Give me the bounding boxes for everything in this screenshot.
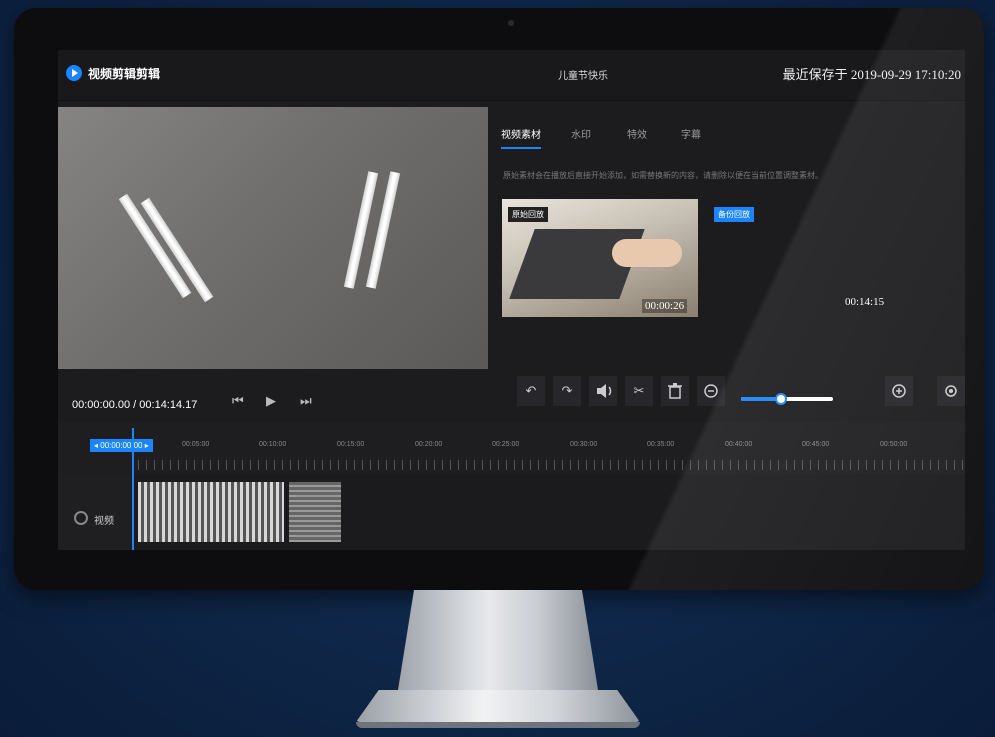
tick-label: 00:25:00: [492, 441, 520, 448]
playhead-line[interactable]: [132, 428, 134, 550]
monitor-base-shadow: [356, 722, 640, 728]
previous-frame-button[interactable]: ⏮: [232, 393, 244, 409]
settings-gear-icon[interactable]: [937, 376, 965, 406]
video-clip[interactable]: [289, 482, 341, 542]
hand-image: [612, 239, 682, 267]
zoom-in-icon[interactable]: [885, 376, 913, 406]
tick-label: 00:20:00: [415, 441, 443, 448]
app-logo-icon: [66, 65, 82, 81]
tick-marks: [138, 460, 965, 470]
asset-thumbnail-original[interactable]: 原始回放 00:00:26: [502, 199, 698, 317]
project-name[interactable]: 儿童节快乐: [558, 67, 608, 82]
video-preview[interactable]: [58, 107, 488, 369]
zoom-slider-knob[interactable]: [775, 393, 787, 405]
redo-icon[interactable]: ↷: [553, 376, 581, 406]
zoom-out-icon[interactable]: [697, 376, 725, 406]
tick-label: 00:40:00: [725, 441, 753, 448]
app-title: 视频剪辑剪辑: [88, 67, 161, 81]
top-bar: 视频剪辑剪辑 儿童节快乐 最近保存于 2019-09-29 17:10:20: [58, 50, 965, 101]
asset-thumbnail-backup[interactable]: 备份回放 00:14:15: [714, 199, 914, 317]
tab-effects[interactable]: 特效: [627, 126, 647, 141]
tick-label: 00:35:00: [647, 441, 675, 448]
monitor-stand: [398, 590, 598, 690]
asset-badge: 原始回放: [508, 207, 548, 222]
video-clip[interactable]: [138, 482, 284, 542]
track-header: 视频: [58, 474, 133, 550]
asset-badge: 备份回放: [714, 207, 754, 222]
trash-icon[interactable]: [661, 376, 689, 406]
active-tab-indicator: [501, 147, 541, 149]
scissors-icon[interactable]: ✂: [625, 376, 653, 406]
monitor-base: [356, 690, 640, 722]
zoom-slider[interactable]: [741, 393, 833, 405]
tab-video-assets[interactable]: 视频素材: [501, 126, 541, 141]
tick-label: 00:45:00: [802, 441, 830, 448]
tab-watermark[interactable]: 水印: [571, 126, 591, 141]
tab-subtitles[interactable]: 字幕: [681, 126, 701, 141]
playback-bar: 00:00:00.00 / 00:14:14.17 ⏮ ▶ ⏭: [58, 369, 488, 418]
camera-dot: [508, 20, 514, 26]
timeline-ruler[interactable]: ◂ 00:00:00.00 ▸ 00:05:00 00:10:00 00:15:…: [58, 422, 965, 475]
playback-timecode: 00:00:00.00 / 00:14:14.17: [72, 399, 198, 411]
app-window: 视频剪辑剪辑 儿童节快乐 最近保存于 2019-09-29 17:10:20 0…: [58, 50, 965, 550]
last-saved-time: 最近保存于 2019-09-29 17:10:20: [782, 67, 961, 82]
asset-duration: 00:14:15: [842, 295, 888, 309]
undo-icon[interactable]: ↶: [517, 376, 545, 406]
tick-label: 00:05:00: [182, 441, 210, 448]
tick-label: 00:30:00: [570, 441, 598, 448]
tick-label: 00:15:00: [337, 441, 365, 448]
edit-toolbar: ↶ ↷ ✂: [501, 372, 965, 418]
asset-hint-text: 原始素材会在播放后直接开始添加，如需替换新的内容，请删除以便在当前位置调整素材。: [503, 171, 823, 180]
tick-label: 00:10:00: [259, 441, 287, 448]
track-name: 视频: [94, 516, 114, 527]
next-frame-button[interactable]: ⏭: [300, 393, 312, 409]
asset-duration: 00:00:26: [642, 299, 688, 313]
playhead-time[interactable]: ◂ 00:00:00.00 ▸: [90, 439, 153, 452]
play-button[interactable]: ▶: [266, 393, 276, 409]
monitor-bezel: 视频剪辑剪辑 儿童节快乐 最近保存于 2019-09-29 17:10:20 0…: [14, 8, 984, 590]
track-settings-icon[interactable]: [74, 511, 88, 525]
volume-icon[interactable]: [589, 376, 617, 406]
tick-label: 00:50:00: [880, 441, 908, 448]
